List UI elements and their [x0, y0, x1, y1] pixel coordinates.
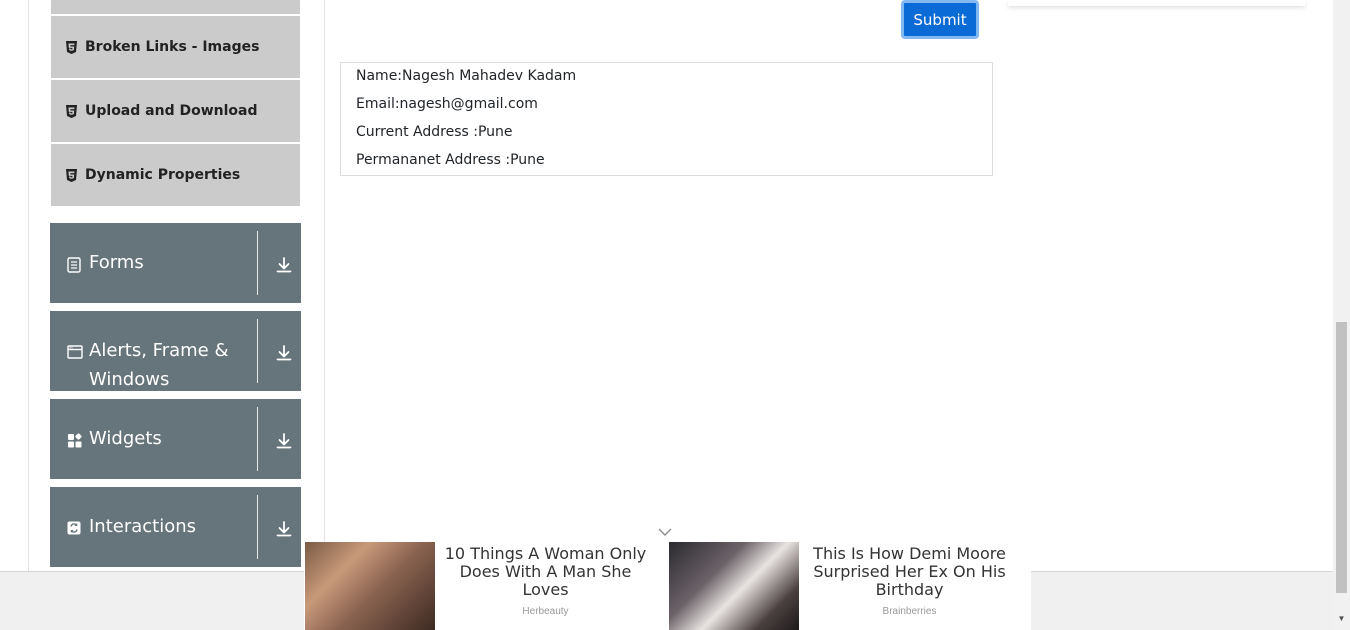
group-divider — [257, 231, 258, 295]
sidebar-item-partial[interactable] — [51, 0, 300, 14]
group-header-widgets[interactable]: Widgets — [50, 399, 301, 479]
sidebar-border-left — [28, 0, 29, 575]
sidebar-item-upload-download[interactable]: Upload and Download — [51, 80, 300, 142]
ad-title[interactable]: 10 Things A Woman Only Does With A Man S… — [440, 545, 651, 599]
download-icon[interactable] — [275, 520, 293, 538]
ad-image[interactable] — [305, 542, 435, 630]
output-permanent-address: Permananet Address :Pune — [356, 152, 545, 168]
group-divider — [257, 407, 258, 471]
window-icon — [67, 345, 83, 361]
widgets-icon — [67, 433, 83, 449]
group-label: Interactions — [89, 516, 197, 537]
submit-button[interactable]: Submit — [901, 0, 979, 39]
sidebar-item-broken-links[interactable]: Broken Links - Images — [51, 16, 300, 78]
html5-icon — [65, 168, 77, 182]
form-icon — [67, 257, 83, 273]
download-icon[interactable] — [275, 256, 293, 274]
download-icon[interactable] — [275, 432, 293, 450]
download-icon[interactable] — [275, 344, 293, 362]
ad-source: Herbeauty — [522, 606, 569, 617]
sidebar-border-right — [324, 0, 325, 575]
right-panel-card — [1008, 0, 1305, 6]
html5-icon — [65, 40, 77, 54]
output-panel: Name:Nagesh Mahadev Kadam Email:nagesh@g… — [340, 62, 993, 176]
output-current-address: Current Address :Pune — [356, 124, 513, 140]
html5-icon — [65, 104, 77, 118]
group-label: Alerts, Frame & Windows — [89, 340, 229, 390]
output-email: Email:nagesh@gmail.com — [356, 96, 538, 112]
group-divider — [257, 319, 258, 383]
scroll-down-arrow-icon[interactable]: ▼ — [1336, 613, 1347, 624]
ad-title[interactable]: This Is How Demi Moore Surprised Her Ex … — [804, 545, 1015, 599]
sidebar-item-label: Upload and Download — [85, 103, 258, 119]
scrollbar-thumb[interactable] — [1336, 322, 1347, 593]
output-name: Name:Nagesh Mahadev Kadam — [356, 68, 577, 84]
group-divider — [257, 495, 258, 559]
page: Broken Links - Images Upload and Downloa… — [0, 0, 1350, 630]
sidebar-item-label: Dynamic Properties — [85, 167, 241, 183]
group-label: Forms — [89, 252, 144, 273]
sidebar-item-label: Broken Links - Images — [85, 39, 260, 55]
chevron-down-icon[interactable] — [657, 525, 673, 539]
group-header-alerts[interactable]: Alerts, Frame & Windows — [50, 311, 301, 391]
sidebar-item-dynamic-properties[interactable]: Dynamic Properties — [51, 144, 300, 206]
group-header-interactions[interactable]: Interactions — [50, 487, 301, 567]
group-label: Widgets — [89, 428, 162, 449]
group-header-forms[interactable]: Forms — [50, 223, 301, 303]
interactions-icon — [67, 521, 83, 537]
ad-source: Brainberries — [882, 606, 937, 617]
ad-image[interactable] — [669, 542, 799, 630]
